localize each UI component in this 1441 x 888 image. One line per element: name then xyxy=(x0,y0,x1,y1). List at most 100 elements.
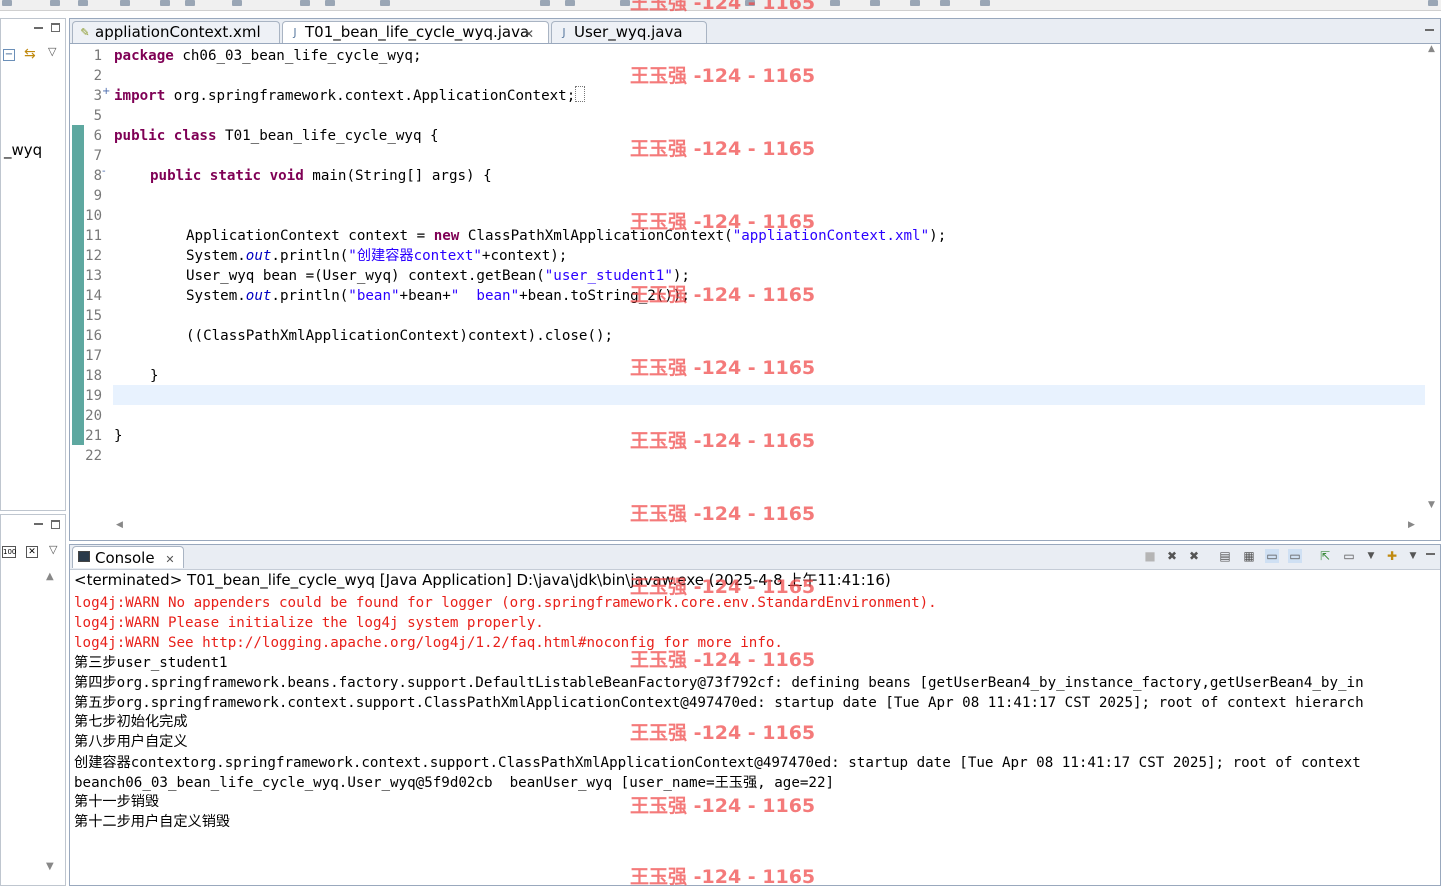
line-number: 14 xyxy=(85,288,102,304)
maximize-icon[interactable] xyxy=(51,520,60,529)
collapse-fold-icon[interactable]: - xyxy=(102,166,106,177)
line-number: 6 xyxy=(93,128,102,144)
toolbar-icon[interactable] xyxy=(540,0,550,6)
code-line[interactable]: } xyxy=(114,426,123,446)
console-line: 第十一步销毁 xyxy=(74,794,160,810)
watermark: 王玉强 -124 - 1165 xyxy=(630,211,816,233)
line-number: 18 xyxy=(85,368,102,384)
line-number: 17 xyxy=(85,348,102,364)
terminate-icon[interactable]: ■ xyxy=(1143,549,1157,563)
console-line: log4j:WARN Please initialize the log4j s… xyxy=(74,615,544,631)
scroll-right-icon[interactable]: ▶ xyxy=(1408,520,1415,530)
toolbar-icon[interactable] xyxy=(50,0,60,6)
code-line[interactable]: User_wyq bean =(User_wyq) context.getBea… xyxy=(186,266,690,286)
toolbar-icon[interactable] xyxy=(980,0,990,6)
xml-file-icon: ✎ xyxy=(80,26,90,39)
clear-console-icon[interactable]: ▤ xyxy=(1218,549,1232,563)
editor-vertical-scrollbar[interactable]: ▲ ▼ xyxy=(1426,44,1440,514)
tab-appliationcontext-xml[interactable]: ✎ appliationContext.xml xyxy=(72,21,280,43)
java-file-icon: J xyxy=(562,26,566,39)
toolbar-icon[interactable] xyxy=(1428,0,1438,6)
toolbar-icon[interactable] xyxy=(565,0,575,6)
toolbar-icon[interactable] xyxy=(830,0,840,6)
line-number: 11 xyxy=(85,228,102,244)
console-line: 创建容器contextorg.springframework.context.s… xyxy=(74,755,1361,771)
console-icon xyxy=(78,551,90,562)
toolbar-icon[interactable] xyxy=(78,0,88,6)
toolbar-icon[interactable] xyxy=(620,0,630,6)
console-line: 第八步用户自定义 xyxy=(74,734,188,750)
word-wrap-icon[interactable]: ▭ xyxy=(1265,549,1279,563)
display-console-icon[interactable]: ▭ xyxy=(1342,549,1356,563)
toolbar-icon[interactable] xyxy=(325,0,335,6)
console-line: beanch06_03_bean_life_cycle_wyq.User_wyq… xyxy=(74,775,835,791)
show-on-output-icon[interactable]: ▭ xyxy=(1288,549,1302,563)
watermark: 王玉强 -124 - 1165 xyxy=(630,795,816,817)
console-line: 第四步org.springframework.beans.factory.sup… xyxy=(74,675,1364,691)
minimize-icon[interactable] xyxy=(34,23,43,29)
line-number: 12 xyxy=(85,248,102,264)
toolbar-icon[interactable] xyxy=(185,0,195,6)
minimize-icon[interactable] xyxy=(1425,25,1434,31)
line-number: 7 xyxy=(93,148,102,164)
scroll-down-icon[interactable]: ▼ xyxy=(1428,500,1435,510)
toolbar-icon[interactable] xyxy=(380,0,390,6)
watermark: 王玉强 -124 - 1165 xyxy=(630,284,816,306)
remove-all-terminated-icon[interactable]: ✖ xyxy=(1187,549,1201,563)
watermark: 王玉强 -124 - 1165 xyxy=(630,65,816,87)
collapse-all-icon[interactable]: − xyxy=(3,49,15,61)
scroll-up-icon[interactable]: ▲ xyxy=(1428,44,1435,54)
open-console-icon[interactable]: ✚ xyxy=(1385,549,1399,563)
outline-panel: 100 ✕ ▽ ▲ ▼ xyxy=(0,514,66,886)
scroll-left-icon[interactable]: ◀ xyxy=(116,520,123,530)
watermark: 王玉强 -124 - 1165 xyxy=(630,138,816,160)
filter-icon[interactable]: ✕ xyxy=(26,546,38,558)
pin-console-icon[interactable]: ⇱ xyxy=(1318,549,1332,563)
code-line[interactable]: System.out.println("创建容器context"+context… xyxy=(186,246,567,266)
console-line: 第七步初始化完成 xyxy=(74,714,188,730)
tab-console[interactable]: Console ✕ xyxy=(72,546,184,568)
code-line[interactable]: public class T01_bean_life_cycle_wyq { xyxy=(114,126,439,146)
close-icon[interactable]: ✕ xyxy=(165,553,174,566)
close-icon[interactable]: ✕ xyxy=(524,24,534,45)
watermark: 王玉强 -124 - 1165 xyxy=(630,576,816,598)
scroll-up-icon[interactable]: ▲ xyxy=(46,571,54,582)
toolbar-icon[interactable] xyxy=(232,0,242,6)
scroll-down-icon[interactable]: ▼ xyxy=(46,861,54,872)
toolbar-icon[interactable] xyxy=(160,0,170,6)
minimize-icon[interactable] xyxy=(34,519,43,525)
console-tab-bar xyxy=(70,545,1440,570)
editor-tab-bar: ✎ appliationContext.xml J T01_bean_life_… xyxy=(70,19,1440,44)
tab-user-wyq-java[interactable]: J User_wyq.java xyxy=(551,21,707,43)
scroll-lock-icon[interactable]: ▦ xyxy=(1242,549,1256,563)
view-menu-icon[interactable]: ▽ xyxy=(49,543,57,556)
sort-icon[interactable]: 100 xyxy=(2,546,16,558)
remove-launch-icon[interactable]: ✖ xyxy=(1165,549,1179,563)
dropdown-icon[interactable]: ▼ xyxy=(1406,549,1420,563)
code-line[interactable]: import org.springframework.context.Appli… xyxy=(114,86,586,106)
toolbar-icon[interactable] xyxy=(2,0,12,6)
expand-fold-icon[interactable]: + xyxy=(102,86,110,97)
code-line[interactable]: package ch06_03_bean_life_cycle_wyq; xyxy=(114,46,422,66)
line-number: 9 xyxy=(93,188,102,204)
toolbar-icon[interactable] xyxy=(910,0,920,6)
toolbar-icon[interactable] xyxy=(120,0,130,6)
tab-t01-bean-life-cycle-wyq-java[interactable]: J T01_bean_life_cycle_wyq.java ✕ xyxy=(282,21,549,43)
toolbar-icon[interactable] xyxy=(940,0,950,6)
toolbar-icon[interactable] xyxy=(300,0,310,6)
maximize-icon[interactable] xyxy=(51,23,60,32)
code-line[interactable]: public static void main(String[] args) { xyxy=(150,166,492,186)
view-menu-icon[interactable]: ▽ xyxy=(48,45,56,58)
code-line[interactable]: System.out.println("bean"+bean+" bean"+b… xyxy=(186,286,690,306)
link-with-editor-icon[interactable]: ⇆ xyxy=(24,46,36,62)
minimize-icon[interactable] xyxy=(1426,549,1435,555)
code-line[interactable]: } xyxy=(150,366,159,386)
code-line[interactable]: ApplicationContext context = new ClassPa… xyxy=(186,226,946,246)
dropdown-icon[interactable]: ▼ xyxy=(1364,549,1378,563)
code-line[interactable]: ((ClassPathXmlApplicationContext)context… xyxy=(186,326,613,346)
toolbar-icon[interactable] xyxy=(870,0,880,6)
current-line-highlight xyxy=(113,385,1425,405)
line-number: 16 xyxy=(85,328,102,344)
folded-imports-marker[interactable] xyxy=(575,86,586,102)
project-tree-item[interactable]: _wyq xyxy=(4,141,42,159)
